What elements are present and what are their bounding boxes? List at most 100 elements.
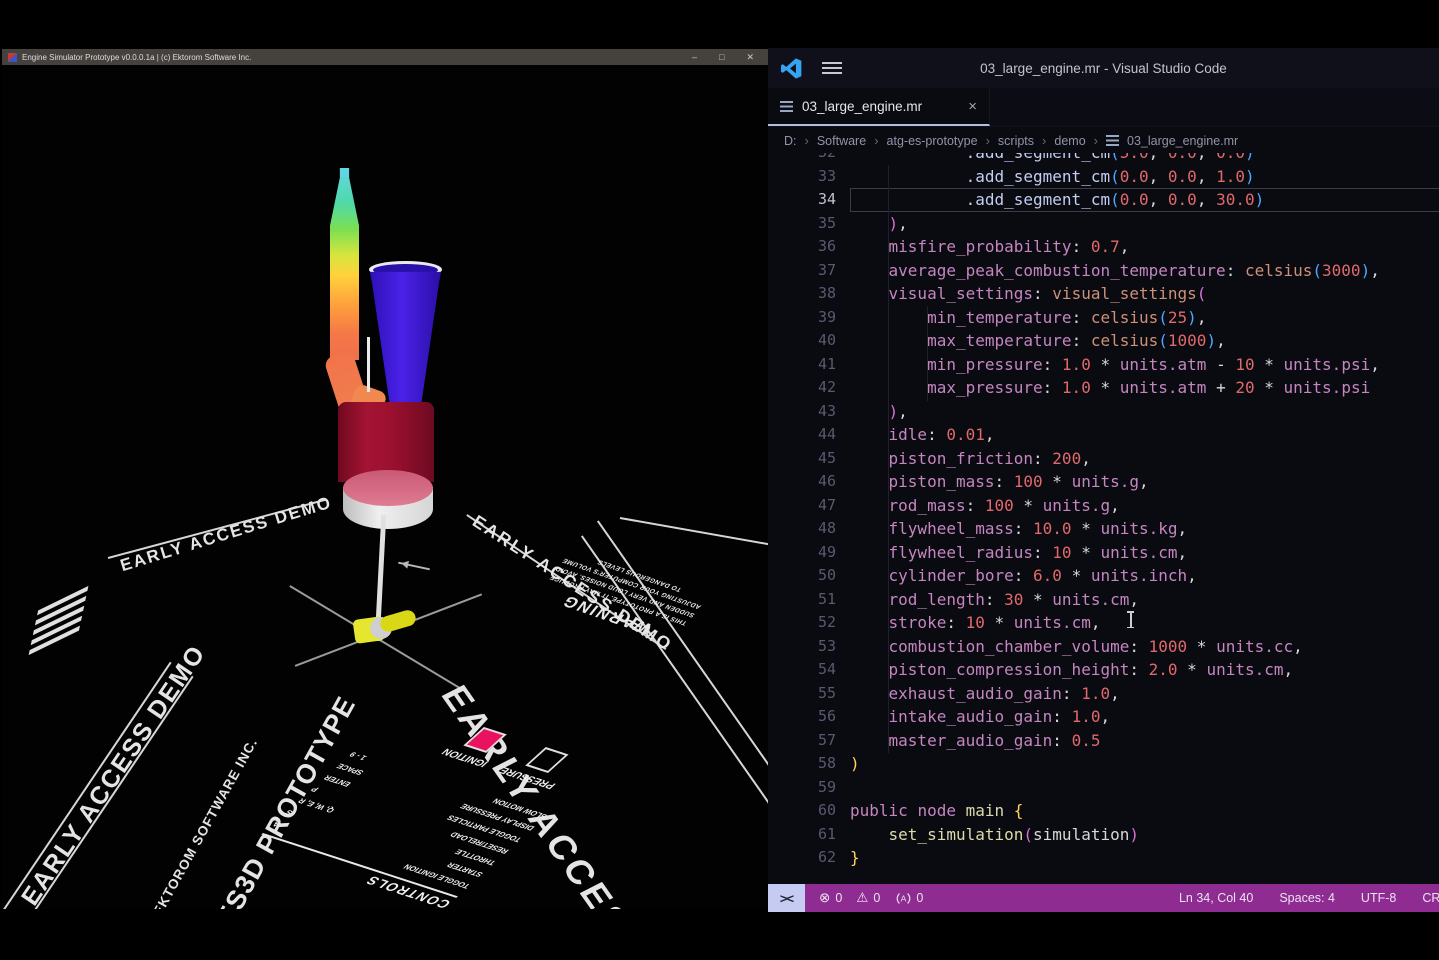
code-line[interactable]: 50 cylinder_bore: 6.0 * units.inch, (768, 564, 1439, 588)
line-number[interactable]: 61 (768, 823, 836, 847)
tab-03-large-engine[interactable]: 03_large_engine.mr × (768, 88, 990, 126)
code-text: exhaust_audio_gain: 1.0, (836, 682, 1120, 706)
close-button[interactable]: ✕ (746, 49, 754, 65)
line-number[interactable]: 37 (768, 259, 836, 283)
line-number[interactable]: 59 (768, 776, 836, 800)
line-number[interactable]: 50 (768, 564, 836, 588)
breadcrumb-item[interactable]: Software (817, 134, 866, 148)
code-text: master_audio_gain: 0.5 (836, 729, 1100, 753)
code-line[interactable]: 37 average_peak_combustion_temperature: … (768, 259, 1439, 283)
tab-close-icon[interactable]: × (968, 99, 977, 114)
code-line[interactable]: 45 piston_friction: 200, (768, 447, 1439, 471)
engine-window-titlebar[interactable]: Engine Simulator Prototype v0.0.0.1a | (… (2, 49, 768, 65)
code-line[interactable]: 44 idle: 0.01, (768, 423, 1439, 447)
line-number[interactable]: 53 (768, 635, 836, 659)
line-number[interactable]: 40 (768, 329, 836, 353)
code-line[interactable]: 48 flywheel_mass: 10.0 * units.kg, (768, 517, 1439, 541)
code-line[interactable]: 52 stroke: 10 * units.cm, (768, 611, 1439, 635)
mouse-ibeam-cursor (1126, 611, 1135, 628)
encoding-setting[interactable]: UTF-8 (1361, 891, 1396, 905)
code-line[interactable]: 38 visual_settings: visual_settings( (768, 282, 1439, 306)
maximize-button[interactable]: □ (719, 49, 724, 65)
line-number[interactable]: 57 (768, 729, 836, 753)
code-line[interactable]: 36 misfire_probability: 0.7, (768, 235, 1439, 259)
breadcrumb-item[interactable]: 03_large_engine.mr (1127, 134, 1238, 148)
code-editor[interactable]: 32 .add_segment_cm(5.0, 0.0, 0.0)33 .add… (768, 153, 1439, 884)
line-number[interactable]: 45 (768, 447, 836, 471)
line-number[interactable]: 34 (768, 188, 836, 212)
code-line[interactable]: 40 max_temperature: celsius(1000), (768, 329, 1439, 353)
code-text: piston_compression_height: 2.0 * units.c… (836, 658, 1293, 682)
code-line[interactable]: 43 ), (768, 400, 1439, 424)
line-number[interactable]: 51 (768, 588, 836, 612)
code-line[interactable]: 54 piston_compression_height: 2.0 * unit… (768, 658, 1439, 682)
code-line[interactable]: 46 piston_mass: 100 * units.g, (768, 470, 1439, 494)
code-line[interactable]: 39 min_temperature: celsius(25), (768, 306, 1439, 330)
line-number[interactable]: 35 (768, 212, 836, 236)
problems-status[interactable]: ⊗ 0 ⚠ 0 (819, 890, 880, 906)
line-number[interactable]: 47 (768, 494, 836, 518)
line-number[interactable]: 38 (768, 282, 836, 306)
line-number[interactable]: 60 (768, 799, 836, 823)
code-line[interactable]: 34 .add_segment_cm(0.0, 0.0, 30.0) (768, 188, 1439, 212)
code-line[interactable]: 49 flywheel_radius: 10 * units.cm, (768, 541, 1439, 565)
code-line[interactable]: 62} (768, 846, 1439, 870)
code-line[interactable]: 58) (768, 752, 1439, 776)
code-text: rod_mass: 100 * units.g, (836, 494, 1120, 518)
line-number[interactable]: 56 (768, 705, 836, 729)
code-line[interactable]: 60public node main { (768, 799, 1439, 823)
exhaust-pipe (330, 168, 359, 360)
breadcrumb-item[interactable]: D: (784, 134, 797, 148)
line-number[interactable]: 43 (768, 400, 836, 424)
indentation-setting[interactable]: Spaces: 4 (1279, 891, 1335, 905)
line-number[interactable]: 52 (768, 611, 836, 635)
error-icon: ⊗ (819, 890, 830, 906)
engine-3d-viewport[interactable]: EARLY ACCESS DEMO EARLY ACCESS DEMO EARL… (2, 65, 768, 909)
vscode-titlebar[interactable]: 03_large_engine.mr - Visual Studio Code (768, 48, 1439, 88)
line-number[interactable]: 42 (768, 376, 836, 400)
minimize-button[interactable]: – (692, 49, 697, 65)
code-line[interactable]: 35 ), (768, 212, 1439, 236)
breadcrumb-item[interactable]: atg-es-prototype (887, 134, 978, 148)
code-line[interactable]: 59 (768, 776, 1439, 800)
line-number[interactable]: 41 (768, 353, 836, 377)
line-number[interactable]: 39 (768, 306, 836, 330)
code-line[interactable]: 56 intake_audio_gain: 1.0, (768, 705, 1439, 729)
breadcrumb[interactable]: D:›Software›atg-es-prototype›scripts›dem… (768, 127, 1439, 154)
code-line[interactable]: 47 rod_mass: 100 * units.g, (768, 494, 1439, 518)
code-line[interactable]: 53 combustion_chamber_volume: 1000 * uni… (768, 635, 1439, 659)
code-line[interactable]: 33 .add_segment_cm(0.0, 0.0, 1.0) (768, 165, 1439, 189)
code-text: min_temperature: celsius(25), (836, 306, 1206, 330)
line-number[interactable]: 33 (768, 165, 836, 189)
code-line[interactable]: 55 exhaust_audio_gain: 1.0, (768, 682, 1439, 706)
cursor-position[interactable]: Ln 34, Col 40 (1179, 891, 1253, 905)
line-number[interactable]: 48 (768, 517, 836, 541)
code-line[interactable]: 57 master_audio_gain: 0.5 (768, 729, 1439, 753)
code-text: .add_segment_cm(5.0, 0.0, 0.0) (836, 153, 1255, 165)
vscode-window: 03_large_engine.mr - Visual Studio Code … (768, 48, 1439, 912)
code-text: intake_audio_gain: 1.0, (836, 705, 1110, 729)
code-line[interactable]: 42 max_pressure: 1.0 * units.atm + 20 * … (768, 376, 1439, 400)
code-lines: 32 .add_segment_cm(5.0, 0.0, 0.0)33 .add… (768, 153, 1439, 870)
code-line[interactable]: 32 .add_segment_cm(5.0, 0.0, 0.0) (768, 153, 1439, 165)
line-number[interactable]: 58 (768, 752, 836, 776)
line-number[interactable]: 32 (768, 153, 836, 165)
breadcrumb-item[interactable]: demo (1054, 134, 1085, 148)
eol-setting[interactable]: CRLF (1422, 891, 1439, 905)
breadcrumb-item[interactable]: scripts (998, 134, 1034, 148)
line-number[interactable]: 55 (768, 682, 836, 706)
ports-status[interactable]: A 0 (896, 891, 923, 905)
engine-simulator-window: Engine Simulator Prototype v0.0.0.1a | (… (2, 49, 768, 909)
code-text: ) (836, 752, 860, 776)
line-number[interactable]: 36 (768, 235, 836, 259)
code-line[interactable]: 51 rod_length: 30 * units.cm, (768, 588, 1439, 612)
code-text: piston_mass: 100 * units.g, (836, 470, 1149, 494)
line-number[interactable]: 62 (768, 846, 836, 870)
line-number[interactable]: 49 (768, 541, 836, 565)
code-line[interactable]: 41 min_pressure: 1.0 * units.atm - 10 * … (768, 353, 1439, 377)
code-line[interactable]: 61 set_simulation(simulation) (768, 823, 1439, 847)
remote-indicator[interactable]: >< (768, 884, 805, 912)
line-number[interactable]: 44 (768, 423, 836, 447)
line-number[interactable]: 54 (768, 658, 836, 682)
line-number[interactable]: 46 (768, 470, 836, 494)
